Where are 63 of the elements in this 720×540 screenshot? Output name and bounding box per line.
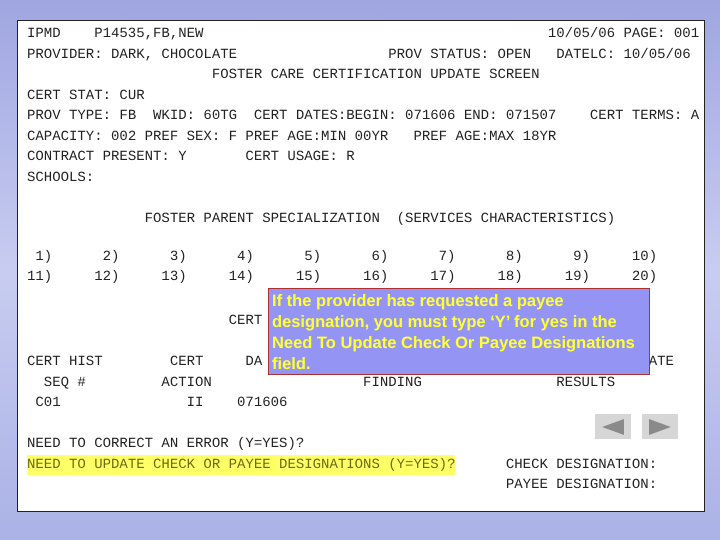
next-button[interactable] — [642, 414, 678, 439]
screen-text: RESULTS — [556, 374, 616, 392]
highlighted-prompt: NEED TO UPDATE CHECK OR PAYEE DESIGNATIONS (Y=YES)? — [27, 454, 456, 475]
screen-text: 18) — [497, 268, 523, 287]
screen-text: DATELC: 10/05/06 — [556, 46, 691, 64]
previous-button[interactable] — [595, 414, 631, 439]
screen-text: 10) — [632, 248, 658, 266]
screen-text: 10/05/06 PAGE: 001 — [548, 25, 700, 44]
screen-text: 15) — [296, 268, 322, 287]
screen-text: PREF SEX: F — [144, 128, 238, 146]
screen-text: PROVIDER: DARK, CHOCOLATE — [27, 46, 238, 64]
screen-text: PROV STATUS: OPEN — [388, 46, 532, 64]
screen-text: FINDING — [363, 374, 422, 392]
screen-text: 3) — [170, 248, 187, 266]
screen-text: CERT STAT: CUR — [27, 86, 145, 106]
screen-text: CAPACITY: 002 — [27, 128, 136, 146]
screen-text: C01 — [35, 394, 61, 413]
screen-text: 20) — [632, 268, 658, 287]
screen-text: P14535,FB,NEW — [94, 25, 204, 44]
screen-text: FOSTER CARE CERTIFICATION UPDATE SCREEN — [212, 66, 540, 85]
screen-text: 13) — [161, 268, 187, 287]
screen-text: SEQ # — [44, 374, 86, 392]
screen-text: CERT — [228, 312, 262, 331]
screen-text: 4) — [237, 248, 254, 266]
screen-text: (SERVICES CHARACTERISTICS) — [396, 210, 616, 228]
screen-text: 5) — [304, 248, 322, 266]
screen-text: 12) — [94, 268, 120, 287]
screen-text: 19) — [564, 268, 590, 287]
screen-text: II — [186, 394, 204, 413]
screen-text: 17) — [430, 268, 456, 287]
screen-text: 14) — [228, 268, 254, 287]
screen-text: PAYEE DESIGNATION: — [506, 476, 658, 495]
screen-text: 8) — [506, 248, 523, 266]
screen-text: PREF AGE:MAX 18YR — [413, 128, 556, 146]
screen-text: SCHOOLS: — [27, 168, 94, 188]
screen-text: IPMD — [27, 25, 61, 44]
screen-text: CERT — [170, 353, 204, 372]
screen-text: 11) — [27, 268, 52, 287]
screen-text: 071606 — [237, 394, 288, 413]
screen-text: CERT TERMS: A — [590, 107, 700, 126]
screen-text: FOSTER PARENT SPECIALIZATION — [144, 210, 380, 228]
screen-text: DA — [245, 353, 262, 372]
triangle-right-icon — [649, 418, 671, 434]
screen-text: CERT DATES:BEGIN: 071606 — [254, 107, 456, 126]
screen-text: CONTRACT PRESENT: Y — [27, 148, 187, 167]
screen-text: 9) — [573, 248, 590, 266]
triangle-left-icon — [602, 418, 624, 434]
screen-text: 6) — [371, 248, 388, 266]
screen-text: PREF AGE:MIN 00YR — [245, 128, 388, 146]
screen-text: 1) — [35, 248, 52, 266]
screen-text: WKID: 60TG — [153, 107, 238, 126]
screen-text: PROV TYPE: FB — [27, 107, 136, 126]
screen-text: CERT HIST — [27, 353, 103, 372]
screen-text: CERT USAGE: R — [245, 148, 355, 167]
screen-text: ATE — [648, 353, 674, 372]
screen-text: ACTION — [161, 374, 212, 392]
screen-text: 2) — [102, 248, 120, 266]
screen-text: NEED TO CORRECT AN ERROR (Y=YES)? — [27, 435, 304, 454]
screen-text: 7) — [438, 248, 456, 266]
screen-text: END: 071507 — [464, 107, 556, 126]
screen-text: CHECK DESIGNATION: — [506, 456, 658, 474]
screen-text: 16) — [363, 268, 388, 287]
callout-text: If the provider has requested a payee designation, you must type ‘Y’ for yes in the Need To Update Check Or Payee Designations field. — [272, 291, 636, 375]
